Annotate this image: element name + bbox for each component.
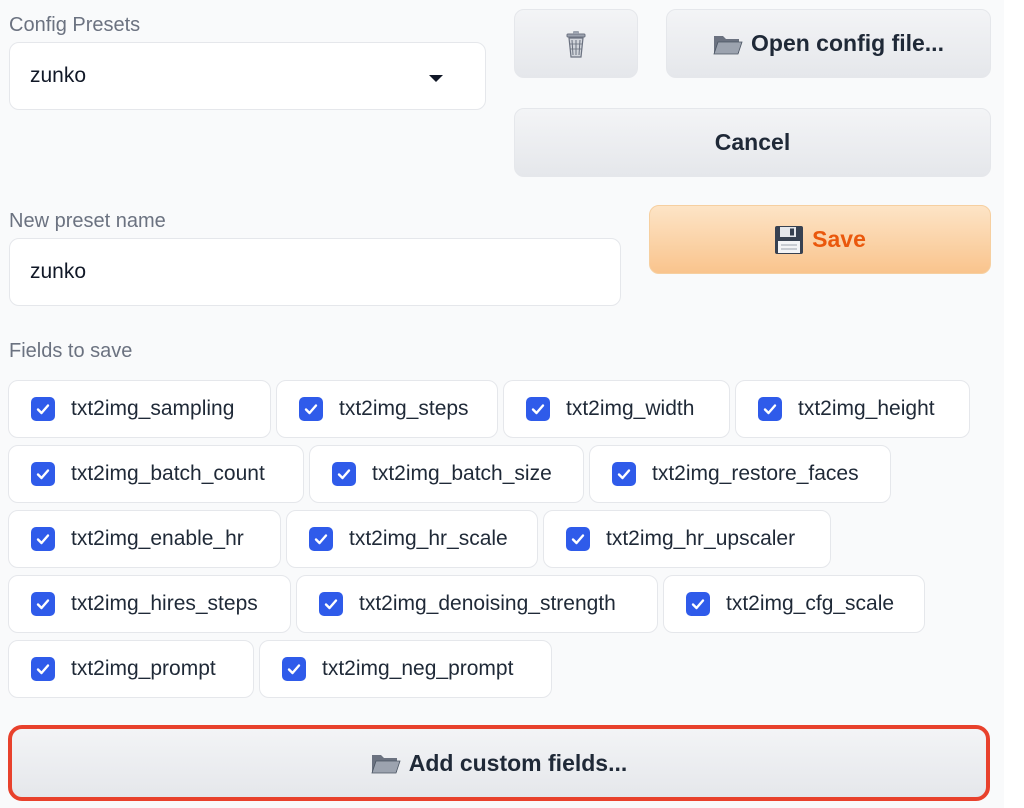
new-preset-name-input[interactable]: zunko (9, 238, 621, 306)
field-checkbox[interactable]: txt2img_height (735, 380, 970, 438)
checkbox-row: txt2img_sampling txt2img_steps txt2img_w… (8, 380, 1008, 438)
field-checkbox[interactable]: txt2img_cfg_scale (663, 575, 925, 633)
add-custom-fields-button[interactable]: Add custom fields... (8, 725, 990, 801)
config-presets-selected: zunko (30, 64, 87, 87)
field-checkbox-label: txt2img_steps (339, 397, 469, 420)
field-checkbox-label: txt2img_hires_steps (71, 592, 258, 615)
checkbox-checked-icon[interactable] (566, 527, 590, 551)
checkbox-checked-icon[interactable] (31, 397, 55, 421)
checkbox-checked-icon[interactable] (332, 462, 356, 486)
field-checkbox[interactable]: txt2img_steps (276, 380, 498, 438)
field-checkbox[interactable]: txt2img_hr_scale (286, 510, 538, 568)
field-checkbox-label: txt2img_denoising_strength (359, 592, 616, 615)
fields-to-save-label: Fields to save (9, 340, 133, 362)
checkbox-checked-icon[interactable] (31, 592, 55, 616)
field-checkbox-label: txt2img_prompt (71, 657, 216, 680)
add-custom-fields-label: Add custom fields... (408, 749, 628, 776)
checkbox-checked-icon[interactable] (758, 397, 782, 421)
field-checkbox-label: txt2img_neg_prompt (322, 657, 514, 680)
field-checkbox[interactable]: txt2img_prompt (8, 640, 254, 698)
new-preset-name-label: New preset name (9, 210, 166, 232)
save-button[interactable]: Save (649, 205, 991, 274)
field-checkbox[interactable]: txt2img_denoising_strength (296, 575, 658, 633)
trash-icon (560, 28, 592, 60)
chevron-down-icon (429, 75, 443, 82)
field-checkbox[interactable]: txt2img_restore_faces (589, 445, 891, 503)
field-checkbox[interactable]: txt2img_hr_upscaler (543, 510, 831, 568)
config-presets-dropdown[interactable]: zunko (9, 42, 486, 110)
checkbox-checked-icon[interactable] (31, 527, 55, 551)
fields-to-save-checkbox-group: txt2img_sampling txt2img_steps txt2img_w… (8, 380, 1008, 705)
open-config-file-button[interactable]: Open config file... (666, 9, 991, 78)
floppy-disk-icon (774, 225, 804, 255)
field-checkbox-label: txt2img_sampling (71, 397, 235, 420)
checkbox-checked-icon[interactable] (686, 592, 710, 616)
field-checkbox-label: txt2img_batch_count (71, 462, 265, 485)
checkbox-checked-icon[interactable] (299, 397, 323, 421)
checkbox-row: txt2img_enable_hr txt2img_hr_scale txt2i… (8, 510, 1008, 568)
save-label: Save (812, 226, 866, 252)
cancel-button[interactable]: Cancel (514, 108, 991, 177)
checkbox-checked-icon[interactable] (309, 527, 333, 551)
field-checkbox[interactable]: txt2img_width (503, 380, 730, 438)
field-checkbox[interactable]: txt2img_batch_size (309, 445, 584, 503)
field-checkbox-label: txt2img_width (566, 397, 695, 420)
checkbox-row: txt2img_hires_steps txt2img_denoising_st… (8, 575, 1008, 633)
config-presets-label: Config Presets (9, 14, 141, 36)
field-checkbox[interactable]: txt2img_neg_prompt (259, 640, 552, 698)
checkbox-checked-icon[interactable] (31, 462, 55, 486)
field-checkbox[interactable]: txt2img_sampling (8, 380, 271, 438)
delete-preset-button[interactable] (514, 9, 638, 78)
checkbox-checked-icon[interactable] (31, 657, 55, 681)
folder-icon (371, 751, 401, 775)
field-checkbox-label: txt2img_height (798, 397, 935, 420)
field-checkbox-label: txt2img_hr_scale (349, 527, 508, 550)
cancel-label: Cancel (714, 129, 791, 155)
folder-icon (713, 32, 743, 56)
field-checkbox-label: txt2img_restore_faces (652, 462, 859, 485)
checkbox-checked-icon[interactable] (612, 462, 636, 486)
field-checkbox-label: txt2img_hr_upscaler (606, 527, 796, 550)
checkbox-checked-icon[interactable] (282, 657, 306, 681)
field-checkbox-label: txt2img_batch_size (372, 462, 552, 485)
new-preset-name-value: zunko (30, 260, 87, 283)
field-checkbox[interactable]: txt2img_enable_hr (8, 510, 281, 568)
checkbox-row: txt2img_batch_count txt2img_batch_size t… (8, 445, 1008, 503)
checkbox-checked-icon[interactable] (526, 397, 550, 421)
field-checkbox-label: txt2img_cfg_scale (726, 592, 895, 615)
open-config-file-label: Open config file... (751, 30, 944, 56)
field-checkbox[interactable]: txt2img_batch_count (8, 445, 304, 503)
checkbox-checked-icon[interactable] (319, 592, 343, 616)
checkbox-row: txt2img_prompt txt2img_neg_prompt (8, 640, 1008, 698)
config-presets-panel: Config Presets zunko Open config file...… (0, 0, 1024, 808)
field-checkbox-label: txt2img_enable_hr (71, 527, 244, 550)
field-checkbox[interactable]: txt2img_hires_steps (8, 575, 291, 633)
